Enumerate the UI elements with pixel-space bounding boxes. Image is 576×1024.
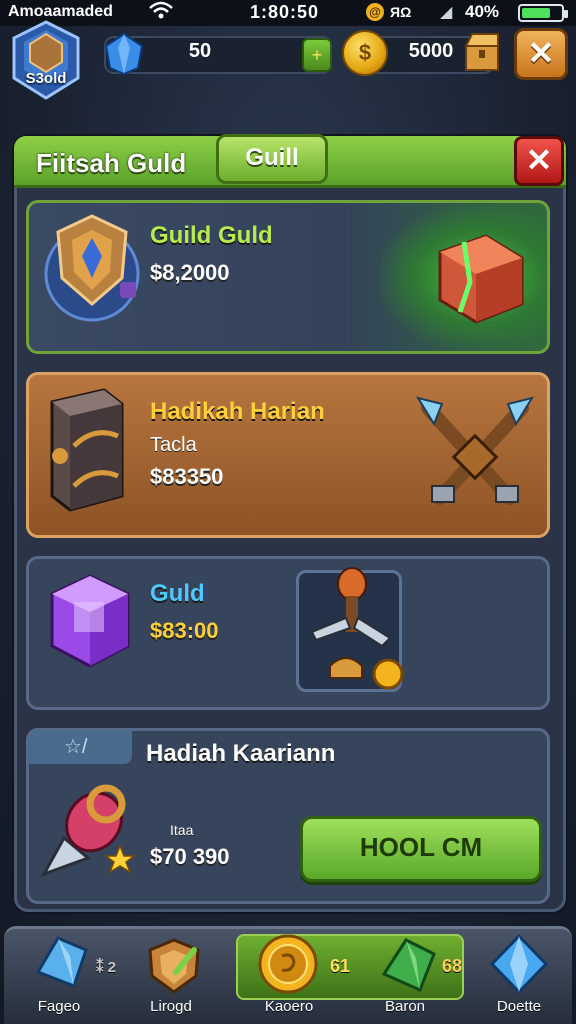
status-misc: ЯΩ xyxy=(390,4,412,20)
purple-gem-cube-icon xyxy=(44,566,134,681)
nav-badge: ⁑ 2 xyxy=(96,959,117,976)
crossed-weapons-icon xyxy=(412,394,538,523)
gem-count: 50 xyxy=(188,40,212,62)
close-button-top[interactable]: ✕ xyxy=(514,28,568,80)
buy-button-label[interactable]: HOOL CM xyxy=(300,832,542,863)
nav-label[interactable]: Fageo xyxy=(14,998,104,1015)
item-name: Guld xyxy=(150,580,205,607)
coin-count: 5000 xyxy=(408,40,454,62)
coin-icon: $ xyxy=(342,30,388,76)
item-name: Hadiah Kaariann xyxy=(146,740,336,767)
tab-guild-label[interactable]: Guill xyxy=(216,144,328,172)
item-subtitle: Itaa xyxy=(170,822,194,838)
status-carrier: Amoaamaded xyxy=(8,3,113,20)
item-name: Hadikah Harian xyxy=(150,398,325,425)
add-gems-button[interactable]: + xyxy=(302,38,332,72)
item-price: $83:00 xyxy=(150,618,219,643)
status-time: 1:80:50 xyxy=(250,2,320,22)
item-name: Guild Guld xyxy=(150,222,273,249)
close-panel-button[interactable]: ✕ xyxy=(514,136,564,186)
player-badge[interactable]: S3old xyxy=(10,20,82,100)
nav-label[interactable]: Kaoero xyxy=(244,998,334,1015)
nav-shield-icon[interactable] xyxy=(144,936,204,1001)
alarm-icon: @ xyxy=(366,3,384,21)
battery-percent: 40% xyxy=(465,2,500,21)
card-tab-glyph: ☆/ xyxy=(64,736,88,758)
nav-diamond-icon[interactable] xyxy=(488,932,550,1001)
gem-icon xyxy=(100,30,148,78)
nav-badge: 68 xyxy=(442,956,463,976)
guild-emblem-icon xyxy=(40,208,144,337)
item-subtitle: Tacla xyxy=(150,434,197,456)
weapon-bundle-icon xyxy=(306,566,406,697)
nav-label[interactable]: Baron xyxy=(360,998,450,1015)
nav-coin-icon[interactable] xyxy=(256,930,320,1003)
wifi-icon xyxy=(148,0,174,27)
item-price: $70 390 xyxy=(150,844,230,869)
item-price: $8,2000 xyxy=(150,260,230,285)
nav-label[interactable]: Doette xyxy=(474,998,564,1015)
signal-icon: ◢ xyxy=(440,4,453,21)
nav-crystal-icon[interactable] xyxy=(28,932,94,999)
nav-badge: 61 xyxy=(330,956,351,976)
nav-green-crystal-icon[interactable] xyxy=(378,934,440,1001)
arrowhead-icon xyxy=(36,778,140,887)
player-badge-label: S3old xyxy=(25,70,67,87)
battery-icon xyxy=(518,4,568,22)
crate-icon xyxy=(430,222,530,337)
shield-icon xyxy=(12,20,80,100)
panel-title: Fiitsah Guld xyxy=(36,148,187,178)
chest-icon[interactable] xyxy=(462,30,502,74)
treasure-chest-icon xyxy=(44,386,128,519)
item-price: $83350 xyxy=(150,464,224,489)
nav-label[interactable]: Lirogd xyxy=(126,998,216,1015)
